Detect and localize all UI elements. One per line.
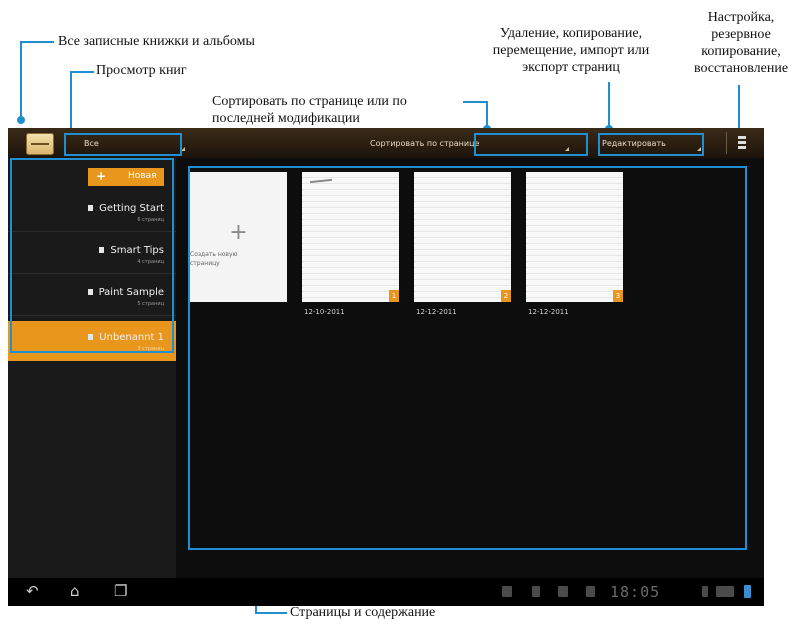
handwriting-preview [309, 178, 333, 184]
callout-edit-line3: экспорт страниц [522, 60, 620, 75]
leader-line [70, 71, 72, 133]
new-page-card[interactable]: + Создать новую страницу [190, 172, 287, 302]
notebook-title: Getting Start [88, 203, 164, 214]
notebook-title-text: Smart Tips [110, 245, 164, 256]
edit-label: Редактировать [602, 139, 666, 148]
notebook-title: Unbenannt 1 [88, 332, 164, 343]
callout-book-view-text: Просмотр книг [96, 63, 187, 78]
download-icon [558, 586, 568, 597]
leader-line [20, 41, 22, 119]
page-thumbnail-3[interactable]: 3 [526, 172, 623, 302]
page-thumbnail-2[interactable]: 2 [414, 172, 511, 302]
notebook-title: Paint Sample [87, 287, 164, 298]
leader-line [463, 101, 488, 103]
notebook-item-smart-tips[interactable]: Smart Tips 4 страниц [8, 234, 176, 274]
leader-line [70, 71, 94, 73]
leader-line [20, 41, 54, 43]
leader-line [486, 101, 488, 127]
notebook-list: + Новая Getting Start 6 страниц Smart Ti… [8, 158, 176, 578]
callout-settings-line4: восстановление [693, 61, 789, 76]
notebook-icon [88, 205, 94, 211]
callout-edit-line2: перемещение, импорт или [492, 43, 650, 58]
notebook-page-count: 5 страниц [137, 301, 164, 307]
page-date: 12-10-2011 [304, 308, 345, 316]
divider [726, 132, 727, 154]
page-number-badge: 3 [613, 290, 623, 302]
new-notebook-label: Новая [128, 171, 157, 181]
callout-edit-line1: Удаление, копирование, [499, 26, 643, 41]
notebook-icon [99, 247, 105, 253]
usb-icon [532, 586, 540, 597]
callout-settings-line3: копирование, [701, 44, 781, 59]
notebook-item-getting-start[interactable]: Getting Start 6 страниц [8, 192, 176, 232]
callout-all-notebooks-text: Все записные книжки и альбомы [58, 34, 255, 49]
wifi-icon [702, 586, 708, 597]
clock: 18:05 [610, 583, 661, 601]
new-page-caption: Создать новую страницу [190, 250, 250, 268]
notebook-page-count: 6 страниц [137, 217, 164, 223]
page-number-badge: 2 [501, 290, 511, 302]
page-date: 12-12-2011 [416, 308, 457, 316]
notebook-item-unbenannt[interactable]: Unbenannt 1 3 страниц [8, 321, 176, 361]
home-icon[interactable]: ⌂ [70, 582, 80, 600]
new-notebook-button[interactable]: + Новая [88, 168, 164, 186]
action-bar: Все Сортировать по странице Редактироват… [8, 128, 764, 158]
dropdown-arrow-icon [565, 147, 569, 151]
sort-title: Сортировать по странице [370, 139, 480, 148]
page-thumbnail-1[interactable]: 1 [302, 172, 399, 302]
callout-settings-line2: резервное [711, 27, 771, 42]
page-date: 12-12-2011 [528, 308, 569, 316]
pages-grid: + Создать новую страницу 1 12-10-2011 2 … [176, 158, 764, 578]
battery-icon [744, 585, 751, 598]
notebook-title-text: Getting Start [99, 203, 164, 214]
plus-icon: + [96, 169, 107, 183]
view-filter-label: Все [84, 139, 99, 148]
lock-icon [586, 586, 595, 597]
dropdown-arrow-icon [181, 147, 185, 151]
back-icon[interactable]: ↶ [26, 582, 39, 600]
notebook-page-count: 3 страниц [137, 346, 164, 352]
notebook-title: Smart Tips [99, 245, 164, 256]
notebook-app-icon[interactable] [26, 133, 54, 155]
page-number-badge: 1 [389, 290, 399, 302]
notebook-title-text: Unbenannt 1 [99, 332, 164, 343]
signal-icon [716, 586, 734, 597]
plus-icon: + [229, 220, 248, 245]
notification-icon [502, 586, 512, 597]
tablet-screen: Все Сортировать по странице Редактироват… [8, 128, 764, 606]
leader-line [255, 612, 287, 614]
leader-dot [17, 116, 25, 124]
settings-icon[interactable] [736, 134, 748, 150]
notebook-icon [88, 334, 94, 340]
system-bar: ↶ ⌂ ❐ 18:05 [8, 578, 764, 606]
notebook-title-text: Paint Sample [98, 287, 164, 298]
notebook-page-count: 4 страниц [137, 259, 164, 265]
callout-settings-line1: Настройка, [707, 10, 775, 25]
callout-pages-content-text: Страницы и содержание [290, 605, 436, 620]
leader-line [608, 82, 610, 126]
new-page-caption-line: Создать новую [190, 251, 238, 258]
sketchbook-icon [87, 289, 93, 295]
recent-apps-icon[interactable]: ❐ [114, 582, 127, 600]
callout-sort-line2: последней модификации [212, 111, 360, 126]
dropdown-arrow-icon [697, 147, 701, 151]
notebook-item-paint-sample[interactable]: Paint Sample 5 страниц [8, 276, 176, 316]
new-page-caption-line: страницу [190, 260, 220, 267]
callout-sort-line1: Сортировать по странице или по [212, 94, 407, 109]
